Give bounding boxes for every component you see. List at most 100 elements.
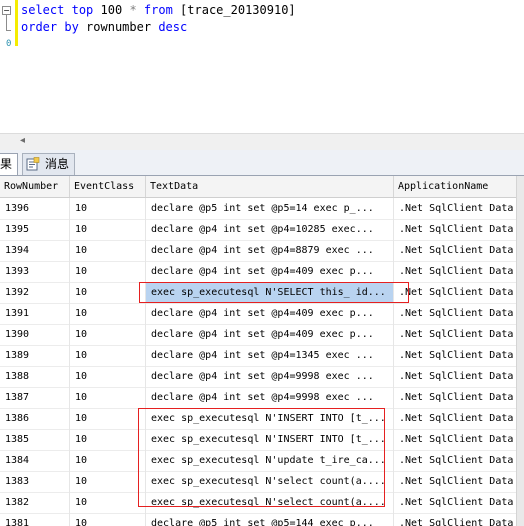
- table-row[interactable]: 1391 10 declare @p4 int set @p4=409 exec p…: [0, 303, 524, 325]
- cell-applicationname[interactable]: .Net SqlClient Data P: [394, 408, 524, 429]
- results-tab-strip: 果 消息: [0, 150, 524, 176]
- cell-applicationname[interactable]: .Net SqlClient Data P: [394, 345, 524, 366]
- table-row[interactable]: 1381 10 declare @p5 int set @p5=144 exec p…: [0, 513, 524, 526]
- cell-textdata[interactable]: declare @p4 int set @p4=9998 exec ...: [146, 366, 394, 387]
- results-grid[interactable]: RowNumber EventClass TextData Applicatio…: [0, 176, 524, 526]
- table-row[interactable]: 1386 10 exec sp_executesql N'INSERT INTO […: [0, 408, 524, 430]
- cell-textdata[interactable]: declare @p4 int set @p4=1345 exec ...: [146, 345, 394, 366]
- cell-applicationname[interactable]: .Net SqlClient Data P: [394, 198, 524, 219]
- cell-eventclass[interactable]: 10: [70, 282, 146, 303]
- query-editor[interactable]: − select top 100 * from [trace_20130910]…: [0, 0, 524, 133]
- cell-applicationname[interactable]: .Net SqlClient Data P: [394, 282, 524, 303]
- table-row[interactable]: 1394 10 declare @p4 int set @p4=8879 exec …: [0, 240, 524, 262]
- cell-eventclass[interactable]: 10: [70, 366, 146, 387]
- cell-textdata[interactable]: exec sp_executesql N'INSERT INTO [t_...: [146, 429, 394, 450]
- scroll-left-icon[interactable]: ◂: [20, 135, 25, 146]
- cell-applicationname[interactable]: .Net SqlClient Data P: [394, 387, 524, 408]
- cell-rownumber[interactable]: 1384: [0, 450, 70, 471]
- cell-textdata[interactable]: exec sp_executesql N'select count(a....: [146, 471, 394, 492]
- cell-rownumber[interactable]: 1383: [0, 471, 70, 492]
- cell-rownumber[interactable]: 1385: [0, 429, 70, 450]
- cell-applicationname[interactable]: .Net SqlClient Data P: [394, 261, 524, 282]
- table-row[interactable]: 1389 10 declare @p4 int set @p4=1345 exec …: [0, 345, 524, 367]
- cell-applicationname[interactable]: .Net SqlClient Data P: [394, 429, 524, 450]
- table-row[interactable]: 1384 10 exec sp_executesql N'update t_ire_…: [0, 450, 524, 472]
- cell-textdata[interactable]: exec sp_executesql N'SELECT this_ id...: [146, 282, 394, 303]
- cell-textdata[interactable]: exec sp_executesql N'update t_ire_ca...: [146, 450, 394, 471]
- table-row[interactable]: 1388 10 declare @p4 int set @p4=9998 exec …: [0, 366, 524, 388]
- cell-eventclass[interactable]: 10: [70, 303, 146, 324]
- cell-eventclass[interactable]: 10: [70, 429, 146, 450]
- column-header-applicationname[interactable]: ApplicationName: [394, 176, 524, 197]
- cell-applicationname[interactable]: .Net SqlClient Data P: [394, 240, 524, 261]
- cell-rownumber[interactable]: 1391: [0, 303, 70, 324]
- messages-icon: [26, 157, 40, 171]
- cell-rownumber[interactable]: 1389: [0, 345, 70, 366]
- cell-textdata[interactable]: declare @p5 int set @p5=14 exec p_...: [146, 198, 394, 219]
- vertical-scrollbar[interactable]: [516, 176, 524, 526]
- cell-rownumber[interactable]: 1387: [0, 387, 70, 408]
- cell-applicationname[interactable]: .Net SqlClient Data P: [394, 303, 524, 324]
- cell-rownumber[interactable]: 1395: [0, 219, 70, 240]
- keyword: order: [21, 20, 58, 34]
- cell-eventclass[interactable]: 10: [70, 219, 146, 240]
- cell-textdata[interactable]: declare @p4 int set @p4=10285 exec...: [146, 219, 394, 240]
- cell-textdata[interactable]: declare @p4 int set @p4=8879 exec ...: [146, 240, 394, 261]
- cell-applicationname[interactable]: .Net SqlClient Data P: [394, 366, 524, 387]
- cell-textdata[interactable]: declare @p4 int set @p4=409 exec p...: [146, 261, 394, 282]
- cell-rownumber[interactable]: 1381: [0, 513, 70, 526]
- table-row[interactable]: 1387 10 declare @p4 int set @p4=9998 exec …: [0, 387, 524, 409]
- cell-eventclass[interactable]: 10: [70, 450, 146, 471]
- cell-rownumber[interactable]: 1388: [0, 366, 70, 387]
- table-row[interactable]: 1390 10 declare @p4 int set @p4=409 exec p…: [0, 324, 524, 346]
- table-row[interactable]: 1393 10 declare @p4 int set @p4=409 exec p…: [0, 261, 524, 283]
- code-line-1[interactable]: select top 100 * from [trace_20130910]: [21, 3, 296, 17]
- cell-eventclass[interactable]: 10: [70, 492, 146, 513]
- cell-applicationname[interactable]: .Net SqlClient Data P: [394, 450, 524, 471]
- cell-textdata[interactable]: exec sp_executesql N'select count(a....: [146, 492, 394, 513]
- table-row[interactable]: 1396 10 declare @p5 int set @p5=14 exec p_…: [0, 198, 524, 220]
- cell-eventclass[interactable]: 10: [70, 387, 146, 408]
- cell-textdata[interactable]: declare @p4 int set @p4=9998 exec ...: [146, 387, 394, 408]
- column-header-rownumber[interactable]: RowNumber: [0, 176, 70, 197]
- table-row[interactable]: 1383 10 exec sp_executesql N'select count(…: [0, 471, 524, 493]
- table-row[interactable]: 1385 10 exec sp_executesql N'INSERT INTO […: [0, 429, 524, 451]
- cell-eventclass[interactable]: 10: [70, 261, 146, 282]
- cell-textdata[interactable]: declare @p4 int set @p4=409 exec p...: [146, 324, 394, 345]
- cell-rownumber[interactable]: 1393: [0, 261, 70, 282]
- cell-rownumber[interactable]: 1394: [0, 240, 70, 261]
- cell-eventclass[interactable]: 10: [70, 513, 146, 526]
- collapse-icon[interactable]: −: [2, 6, 11, 15]
- tab-messages[interactable]: 消息: [22, 153, 76, 175]
- cell-eventclass[interactable]: 10: [70, 324, 146, 345]
- column-header-textdata[interactable]: TextData: [146, 176, 394, 197]
- cell-rownumber[interactable]: 1382: [0, 492, 70, 513]
- cell-rownumber[interactable]: 1390: [0, 324, 70, 345]
- cell-applicationname[interactable]: .Net SqlClient Data P: [394, 492, 524, 513]
- cell-applicationname[interactable]: .Net SqlClient Data P: [394, 324, 524, 345]
- cell-applicationname[interactable]: .Net SqlClient Data P: [394, 219, 524, 240]
- changed-lines-marker: [15, 0, 18, 46]
- cell-rownumber[interactable]: 1396: [0, 198, 70, 219]
- table-row[interactable]: 1382 10 exec sp_executesql N'select count(…: [0, 492, 524, 514]
- horizontal-scrollbar[interactable]: ◂: [0, 133, 524, 151]
- cell-rownumber[interactable]: 1386: [0, 408, 70, 429]
- table-row[interactable]: 1392 10 exec sp_executesql N'SELECT this_ …: [0, 282, 524, 304]
- cell-textdata[interactable]: declare @p4 int set @p4=409 exec p...: [146, 303, 394, 324]
- cell-eventclass[interactable]: 10: [70, 345, 146, 366]
- cell-eventclass[interactable]: 10: [70, 408, 146, 429]
- cell-rownumber[interactable]: 1392: [0, 282, 70, 303]
- cell-eventclass[interactable]: 10: [70, 471, 146, 492]
- cell-applicationname[interactable]: .Net SqlClient Data P: [394, 513, 524, 526]
- tab-results-label: 果: [0, 157, 13, 171]
- tab-results[interactable]: 果: [0, 153, 19, 175]
- code-line-2[interactable]: order by rownumber desc: [21, 20, 187, 34]
- table-row[interactable]: 1395 10 declare @p4 int set @p4=10285 exec…: [0, 219, 524, 241]
- cell-applicationname[interactable]: .Net SqlClient Data P: [394, 471, 524, 492]
- cell-eventclass[interactable]: 10: [70, 240, 146, 261]
- cell-eventclass[interactable]: 10: [70, 198, 146, 219]
- grid-header: RowNumber EventClass TextData Applicatio…: [0, 176, 524, 198]
- column-header-eventclass[interactable]: EventClass: [70, 176, 146, 197]
- cell-textdata[interactable]: declare @p5 int set @p5=144 exec p...: [146, 513, 394, 526]
- cell-textdata[interactable]: exec sp_executesql N'INSERT INTO [t_...: [146, 408, 394, 429]
